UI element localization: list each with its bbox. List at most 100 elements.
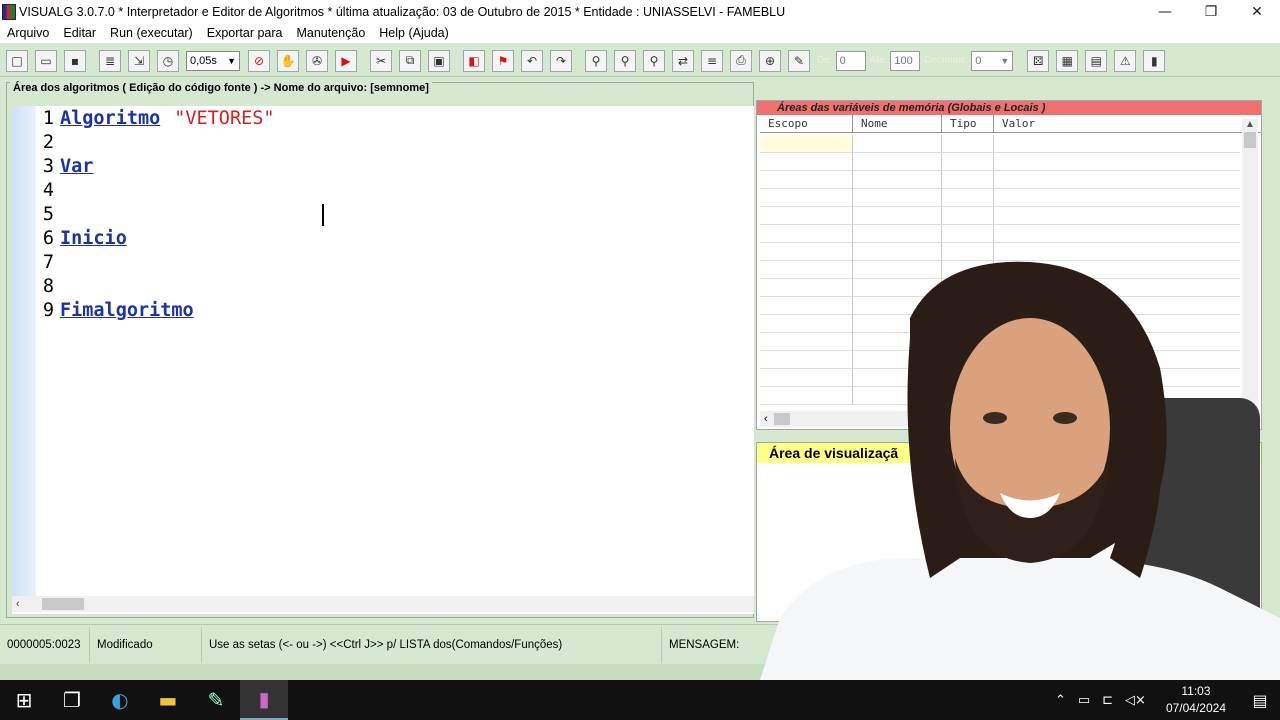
code-line[interactable]: 6 Inicio	[40, 226, 127, 250]
file-explorer-icon[interactable]: ▬	[144, 680, 192, 720]
run-icon[interactable]: ▶	[335, 49, 357, 72]
text-caret	[322, 204, 324, 226]
cut-icon[interactable]: ✂	[370, 49, 392, 72]
keyword: Inicio	[60, 227, 127, 249]
timer-icon[interactable]: ◷	[157, 49, 179, 72]
menu-help[interactable]: Help (Ajuda)	[372, 26, 455, 40]
table-row[interactable]	[760, 135, 1240, 153]
battery-icon[interactable]: ▭	[1072, 693, 1096, 708]
chevron-up-icon[interactable]: ▲	[1242, 119, 1258, 130]
copy-icon[interactable]: ⧉	[399, 49, 421, 72]
magic-wand-icon[interactable]: ✎	[788, 49, 810, 72]
close-button[interactable]: ✕	[1234, 0, 1280, 23]
keyword: Var	[60, 155, 94, 177]
keyword: Algoritmo	[60, 107, 161, 129]
de-input[interactable]: 0	[835, 50, 866, 71]
restore-button[interactable]: ❐	[1188, 0, 1234, 23]
open-folder-icon[interactable]: ▭	[35, 49, 57, 72]
save-icon[interactable]: ▪	[64, 49, 86, 72]
notification-icon[interactable]: ▤	[1240, 691, 1280, 710]
calculator-icon[interactable]: ▦	[1056, 49, 1079, 72]
menu-editar[interactable]: Editar	[56, 26, 103, 40]
visualg-window: VISUALG 3.0.7.0 * Interpretador e Editor…	[0, 0, 1280, 680]
scroll-left-icon[interactable]: ‹	[12, 598, 24, 610]
random-icon[interactable]: ⚄	[1027, 49, 1050, 72]
menu-run[interactable]: Run (executar)	[103, 26, 200, 40]
visualg-taskbar-icon[interactable]: ▮	[240, 680, 288, 720]
code-line[interactable]: 3 Var	[40, 154, 94, 178]
chevron-down-icon: ▼	[1000, 55, 1010, 66]
stop-icon[interactable]: ⊘	[248, 49, 270, 72]
taskbar-clock[interactable]: 11:03 07/04/2024	[1152, 683, 1240, 717]
menu-exportar[interactable]: Exportar para	[200, 26, 290, 40]
new-file-icon[interactable]: □	[6, 49, 28, 72]
code-line[interactable]: 7	[40, 250, 60, 274]
editor-horizontal-scrollbar[interactable]: ‹	[12, 596, 754, 612]
code-line[interactable]: 1 Algoritmo "VETORES"	[40, 106, 275, 130]
step-icon[interactable]: ✇	[306, 49, 328, 72]
speed-value: 0,05s	[190, 54, 217, 67]
undo-icon[interactable]: ↶	[521, 49, 543, 72]
minimize-button[interactable]: —	[1142, 0, 1188, 23]
find-next-icon[interactable]: ⚲	[614, 49, 636, 72]
code-line[interactable]: 4	[40, 178, 60, 202]
decimais-label: Decimais:	[924, 55, 969, 66]
table-icon[interactable]: ▤	[1085, 49, 1108, 72]
paint-app-icon[interactable]: ✎	[192, 680, 240, 720]
find-replace-icon[interactable]: ⚲	[643, 49, 665, 72]
line-number: 3	[42, 155, 54, 177]
column-nome[interactable]: Nome	[853, 115, 942, 132]
redo-icon[interactable]: ↷	[550, 49, 572, 72]
line-number: 1	[42, 107, 54, 129]
code-editor[interactable]: 1 Algoritmo "VETORES" 2 3 Var 4 5 6 Inicio 7…	[12, 106, 754, 614]
speed-select[interactable]: 0,05s ▼	[186, 50, 240, 71]
help-icon[interactable]: ⚠	[1114, 49, 1137, 72]
decimais-select[interactable]: 0 ▼	[971, 50, 1014, 71]
export-icon[interactable]: ⇲	[128, 49, 150, 72]
visualg-app-icon	[2, 3, 16, 20]
column-tipo[interactable]: Tipo	[942, 115, 994, 132]
menu-manutencao[interactable]: Manutenção	[289, 26, 372, 40]
line-number: 9	[42, 299, 54, 321]
chevron-down-icon: ▼	[227, 55, 236, 66]
paste-icon[interactable]: ▣	[428, 49, 450, 72]
table-row[interactable]	[760, 189, 1240, 207]
code-line[interactable]: 9 Fimalgoritmo	[40, 298, 194, 322]
toolbar: □ ▭ ▪ ≣ ⇲ ◷ 0,05s ▼ ⊘ ✋ ✇ ▶ ✂ ⧉ ▣ ◧ ⚑ ↶ …	[0, 45, 1280, 77]
indent-icon[interactable]: ≡	[701, 49, 723, 72]
table-row[interactable]	[760, 171, 1240, 189]
hand-icon[interactable]: ✋	[277, 49, 299, 72]
title-bar: VISUALG 3.0.7.0 * Interpretador e Editor…	[0, 0, 1280, 23]
zoom-icon[interactable]: ⊕	[759, 49, 781, 72]
scrollbar-thumb[interactable]	[41, 598, 84, 610]
chevron-up-icon[interactable]: ⌃	[1049, 693, 1072, 708]
line-number: 2	[42, 131, 54, 153]
ate-input[interactable]: 100	[890, 50, 921, 71]
replace-icon[interactable]: ⇄	[672, 49, 694, 72]
windows-taskbar: ⊞ ❐ ◐ ▬ ✎ ▮ ⌃ ▭ ⊏ ◁× 11:03 07/04/2024 ▤	[0, 680, 1280, 720]
windows-start-icon[interactable]: ⊞	[0, 680, 48, 720]
line-number: 5	[42, 203, 54, 225]
edit-state: Modificado	[90, 626, 202, 663]
exit-icon[interactable]: ▮	[1143, 49, 1166, 72]
network-icon[interactable]: ⊏	[1096, 693, 1119, 708]
comment-icon[interactable]: ◧	[463, 49, 485, 72]
edge-browser-icon[interactable]: ◐	[96, 680, 144, 720]
table-row[interactable]	[760, 207, 1240, 225]
menu-arquivo[interactable]: Arquivo	[0, 26, 56, 40]
table-row[interactable]	[760, 153, 1240, 171]
table-row[interactable]	[760, 225, 1240, 243]
printer-icon[interactable]: ⎙	[730, 49, 752, 72]
variables-header: Escopo Nome Tipo Valor	[760, 115, 1261, 133]
column-valor[interactable]: Valor	[994, 115, 1242, 132]
task-view-icon[interactable]: ❐	[48, 680, 96, 720]
speaker-muted-icon[interactable]: ◁×	[1119, 693, 1152, 708]
column-escopo[interactable]: Escopo	[760, 115, 853, 132]
code-line[interactable]: 2	[40, 130, 60, 154]
print-source-icon[interactable]: ≣	[99, 49, 121, 72]
scrollbar-thumb[interactable]	[1244, 132, 1256, 148]
code-line[interactable]: 8	[40, 274, 60, 298]
code-line[interactable]: 5	[40, 202, 60, 226]
find-icon[interactable]: ⚲	[585, 49, 607, 72]
uncomment-icon[interactable]: ⚑	[492, 49, 514, 72]
